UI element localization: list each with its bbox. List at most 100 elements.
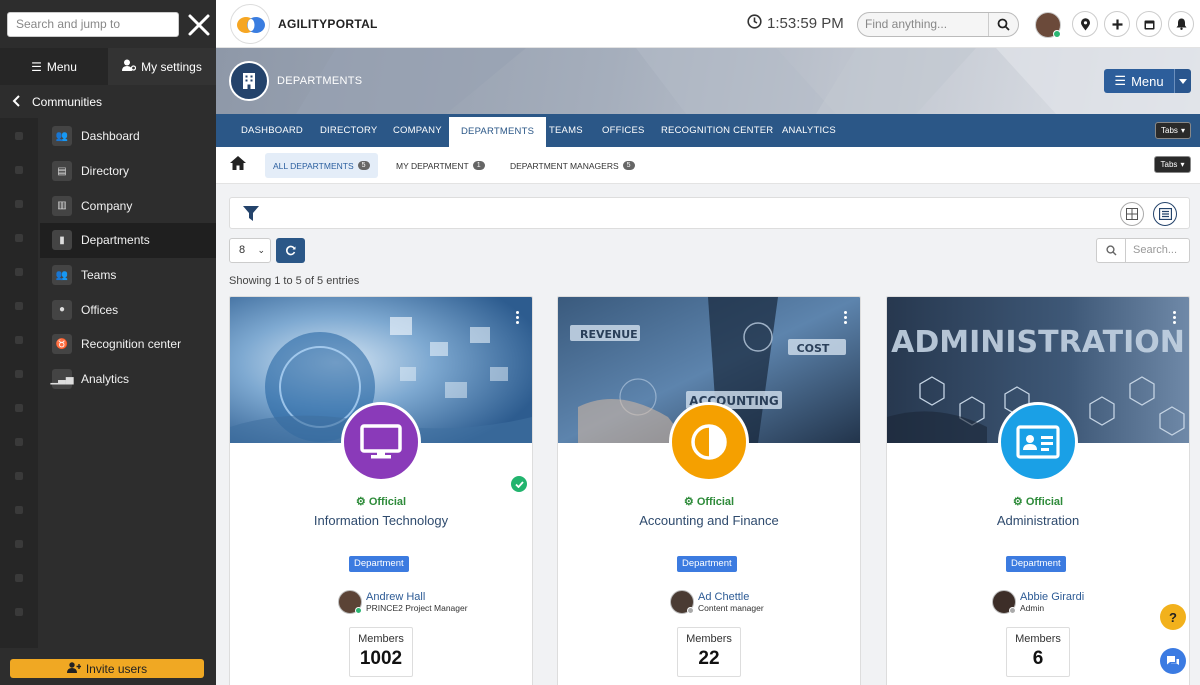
- department-tag: Department: [1006, 556, 1066, 572]
- tab-analytics[interactable]: ANALYTICS: [782, 114, 836, 147]
- chat-icon[interactable]: [1160, 648, 1186, 674]
- card-options-icon[interactable]: [1173, 311, 1177, 326]
- brand-logo[interactable]: [230, 4, 270, 44]
- global-search-placeholder: Find anything...: [865, 17, 947, 31]
- sidebar-item-offices[interactable]: ● Offices: [40, 292, 216, 327]
- sidebar-item-recognition-center[interactable]: ♉ Recognition center: [40, 327, 216, 362]
- rail-icon[interactable]: [15, 132, 23, 140]
- home-icon[interactable]: [229, 155, 247, 176]
- cost-image-text: COST: [797, 342, 830, 355]
- sidebar-search-input[interactable]: Search and jump to: [7, 12, 179, 37]
- rail-icon[interactable]: [15, 404, 23, 412]
- location-pin-icon[interactable]: [1072, 11, 1098, 37]
- rail-icon[interactable]: [15, 506, 23, 514]
- tab-directory[interactable]: DIRECTORY: [320, 114, 377, 147]
- tab-company[interactable]: COMPANY: [393, 114, 442, 147]
- page-size-value: 8: [239, 244, 245, 256]
- chevron-down-icon[interactable]: [1174, 69, 1191, 93]
- sidebar-item-label: Departments: [81, 233, 150, 247]
- page-menu-button[interactable]: ☰ Menu: [1104, 69, 1174, 93]
- clock-icon: [747, 14, 762, 33]
- rail-icon[interactable]: [15, 370, 23, 378]
- official-status: ⚙ Official: [558, 495, 860, 508]
- sidebar-item-label: Company: [81, 199, 132, 213]
- sidebar-item-analytics[interactable]: ▁▃▅ Analytics: [40, 362, 216, 397]
- building-icon: ▮: [52, 230, 72, 250]
- subtab-department-managers[interactable]: DEPARTMENT MANAGERS 5: [502, 153, 643, 178]
- rail-icon[interactable]: [15, 472, 23, 480]
- department-card[interactable]: ⚙ Official Information Technology Depart…: [229, 296, 533, 685]
- department-manager[interactable]: Andrew Hall PRINCE2 Project Manager: [338, 589, 468, 615]
- rail-icon[interactable]: [15, 608, 23, 616]
- department-manager[interactable]: Abbie Girardi Admin: [992, 589, 1084, 615]
- card-options-icon[interactable]: [844, 311, 848, 326]
- sidebar-item-teams[interactable]: 👥 Teams: [40, 258, 216, 293]
- sidebar-menu-tab-label: Menu: [47, 60, 77, 74]
- refresh-icon: [285, 245, 296, 256]
- subtab-my-department[interactable]: MY DEPARTMENT 1: [388, 153, 493, 178]
- global-search-input[interactable]: Find anything...: [857, 12, 1019, 37]
- refresh-button[interactable]: [276, 238, 305, 263]
- manager-name[interactable]: Ad Chettle: [698, 591, 764, 603]
- tab-dashboard[interactable]: DASHBOARD: [241, 114, 303, 147]
- bell-icon[interactable]: [1168, 11, 1194, 37]
- tab-offices[interactable]: OFFICES: [602, 114, 645, 147]
- sub-tabs-dropdown[interactable]: Tabs ▾: [1154, 156, 1191, 173]
- count-badge: 1: [473, 161, 485, 170]
- rail-icon[interactable]: [15, 540, 23, 548]
- invite-users-button[interactable]: Invite users: [10, 659, 204, 678]
- user-avatar[interactable]: [1035, 12, 1061, 38]
- sidebar-menu-tab[interactable]: ☰ Menu: [0, 48, 108, 85]
- tab-teams[interactable]: TEAMS: [549, 114, 583, 147]
- rail-icon[interactable]: [15, 438, 23, 446]
- department-name[interactable]: Accounting and Finance: [558, 513, 860, 528]
- official-status: ⚙ Official: [887, 495, 1189, 508]
- sidebar-item-label: Recognition center: [81, 337, 181, 351]
- close-icon[interactable]: [186, 12, 212, 38]
- sub-tabs-label: Tabs: [1161, 160, 1178, 169]
- main-tabs-dropdown[interactable]: Tabs ▾: [1155, 122, 1191, 139]
- rail-icon[interactable]: [15, 166, 23, 174]
- tab-departments[interactable]: DEPARTMENTS: [449, 117, 546, 150]
- department-name[interactable]: Information Technology: [230, 513, 532, 528]
- plus-icon[interactable]: [1104, 11, 1130, 37]
- rail-icon[interactable]: [15, 574, 23, 582]
- manager-name[interactable]: Andrew Hall: [366, 591, 468, 603]
- department-card[interactable]: REVENUE COST ACCOUNTING ⚙ Official Accou…: [557, 296, 861, 685]
- caret-down-icon: ▾: [1181, 126, 1185, 135]
- rail-icon[interactable]: [15, 302, 23, 310]
- sidebar-settings-tab[interactable]: My settings: [108, 48, 216, 85]
- gear-icon: ⚙: [684, 496, 694, 508]
- rail-icon[interactable]: [15, 234, 23, 242]
- sidebar-back-communities[interactable]: Communities: [0, 88, 216, 116]
- sidebar-item-label: Dashboard: [81, 129, 140, 143]
- filter-icon[interactable]: [242, 205, 260, 227]
- members-label: Members: [1007, 633, 1069, 645]
- sidebar-item-departments[interactable]: ▮ Departments: [40, 223, 216, 258]
- grid-view-icon[interactable]: [1120, 202, 1144, 226]
- members-count-box: Members 22: [677, 627, 741, 677]
- sidebar-item-dashboard[interactable]: 👥 Dashboard: [40, 119, 216, 154]
- sidebar-item-directory[interactable]: ▤ Directory: [40, 154, 216, 189]
- sidebar-item-label: Analytics: [81, 372, 129, 386]
- sidebar-icon-rail: [0, 118, 38, 648]
- sidebar-item-company[interactable]: ▥ Company: [40, 188, 216, 223]
- list-view-icon[interactable]: [1153, 202, 1177, 226]
- calendar-icon[interactable]: [1136, 11, 1162, 37]
- rail-icon[interactable]: [15, 268, 23, 276]
- department-name[interactable]: Administration: [887, 513, 1189, 528]
- manager-name[interactable]: Abbie Girardi: [1020, 591, 1084, 603]
- chevron-down-icon: ⌄: [257, 239, 265, 262]
- teams-icon: 👥: [52, 265, 72, 285]
- subtab-all-departments[interactable]: ALL DEPARTMENTS 5: [265, 153, 378, 178]
- page-size-select[interactable]: 8 ⌄: [229, 238, 271, 263]
- card-options-icon[interactable]: [516, 311, 520, 326]
- search-icon[interactable]: [988, 13, 1018, 36]
- rail-icon[interactable]: [15, 200, 23, 208]
- tab-recognition-center[interactable]: RECOGNITION CENTER: [661, 114, 773, 147]
- list-search-input[interactable]: Search...: [1096, 238, 1190, 263]
- help-button[interactable]: ?: [1160, 604, 1186, 630]
- department-manager[interactable]: Ad Chettle Content manager: [670, 589, 764, 615]
- department-card[interactable]: ADMINISTRATION ⚙ Official Administration…: [886, 296, 1190, 685]
- rail-icon[interactable]: [15, 336, 23, 344]
